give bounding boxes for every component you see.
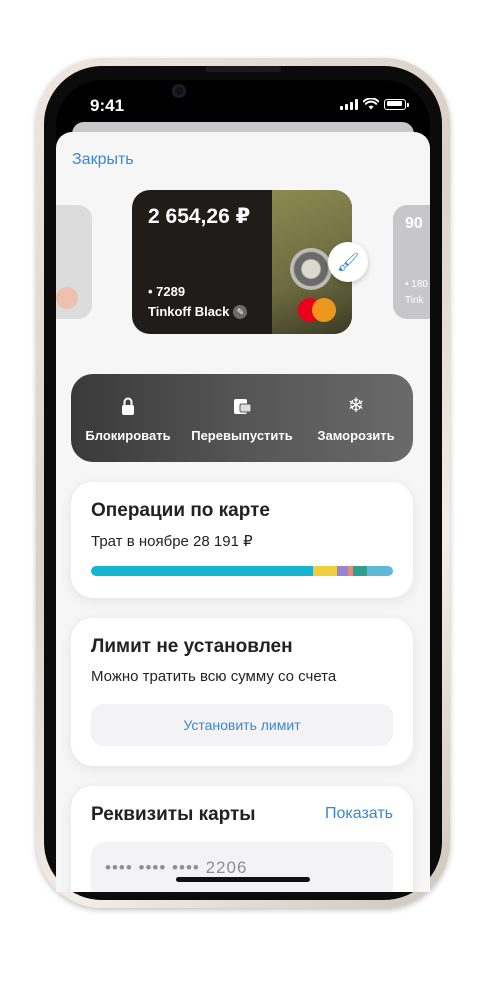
card-art-headlight bbox=[290, 248, 332, 290]
paintbrush-icon: 🖌 bbox=[336, 251, 360, 272]
card-balance: 2 654,26 ₽ bbox=[148, 205, 251, 228]
spending-bar-segment bbox=[366, 566, 393, 576]
card-name: Tinkoff Black bbox=[148, 304, 230, 319]
requisites-title: Реквизиты карты bbox=[91, 804, 256, 825]
mastercard-logo bbox=[298, 298, 336, 322]
current-card[interactable]: 2 654,26 ₽ • 7289 Tinkoff Black ✎ bbox=[132, 190, 352, 334]
next-card-number: • 180 bbox=[405, 279, 428, 290]
operations-title: Операции по карте bbox=[91, 500, 270, 521]
speaker-grille bbox=[205, 66, 281, 72]
close-button[interactable]: Закрыть bbox=[72, 151, 134, 169]
limit-panel: Лимит не установлен Можно тратить всю су… bbox=[71, 618, 413, 766]
next-card-balance: 90 bbox=[405, 215, 423, 232]
reissue-card-button[interactable]: Перевыпустить bbox=[185, 374, 299, 462]
snowflake-icon: ❄ bbox=[347, 395, 365, 417]
spending-bar-segment bbox=[337, 566, 348, 576]
reissue-card-label: Перевыпустить bbox=[191, 428, 293, 443]
pencil-icon[interactable]: ✎ bbox=[233, 305, 248, 319]
spending-bar-segment bbox=[312, 566, 338, 576]
limit-title: Лимит не установлен bbox=[91, 636, 293, 657]
freeze-card-button[interactable]: ❄ Заморозить bbox=[299, 374, 413, 462]
previous-card[interactable] bbox=[56, 205, 92, 319]
freeze-card-label: Заморозить bbox=[317, 428, 395, 443]
show-requisites-link[interactable]: Показать bbox=[325, 805, 393, 823]
next-card[interactable]: 90 • 180 Tink bbox=[393, 205, 430, 319]
operations-panel[interactable]: Операции по карте Трат в ноябре 28 191 ₽ bbox=[71, 482, 413, 598]
card-sheet: Закрыть 90 • 180 Tink 2 654,26 ₽ • 7289 … bbox=[56, 132, 430, 892]
next-card-name: Tink bbox=[405, 295, 424, 306]
masked-card-number: •••• •••• •••• 2206 bbox=[105, 858, 248, 877]
mastercard-icon bbox=[56, 287, 78, 309]
spending-bar-segment bbox=[91, 566, 313, 576]
card-number-field[interactable]: •••• •••• •••• 2206 bbox=[91, 842, 393, 892]
block-card-label: Блокировать bbox=[85, 428, 171, 443]
status-time: 9:41 bbox=[90, 96, 125, 115]
block-card-button[interactable]: Блокировать bbox=[71, 374, 185, 462]
spending-bar bbox=[91, 566, 393, 576]
reissue-card-icon bbox=[234, 399, 252, 414]
status-icons bbox=[340, 98, 409, 110]
wifi-icon bbox=[363, 98, 379, 110]
signal-icon bbox=[340, 98, 358, 110]
card-number: • 7289 bbox=[148, 284, 186, 299]
limit-subtitle: Можно тратить всю сумму со счета bbox=[91, 668, 337, 685]
lock-icon bbox=[122, 397, 134, 415]
battery-icon bbox=[384, 98, 409, 110]
card-actions-bar: Блокировать Перевыпустить ❄ Заморозить bbox=[71, 374, 413, 462]
card-name-row[interactable]: Tinkoff Black ✎ bbox=[148, 304, 248, 319]
spending-bar-segment bbox=[353, 566, 367, 576]
set-limit-button[interactable]: Установить лимит bbox=[91, 704, 393, 746]
home-indicator[interactable] bbox=[176, 877, 310, 882]
operations-subtitle: Трат в ноябре 28 191 ₽ bbox=[91, 533, 253, 550]
customize-card-button[interactable]: 🖌 bbox=[328, 242, 368, 282]
front-camera bbox=[172, 84, 186, 98]
